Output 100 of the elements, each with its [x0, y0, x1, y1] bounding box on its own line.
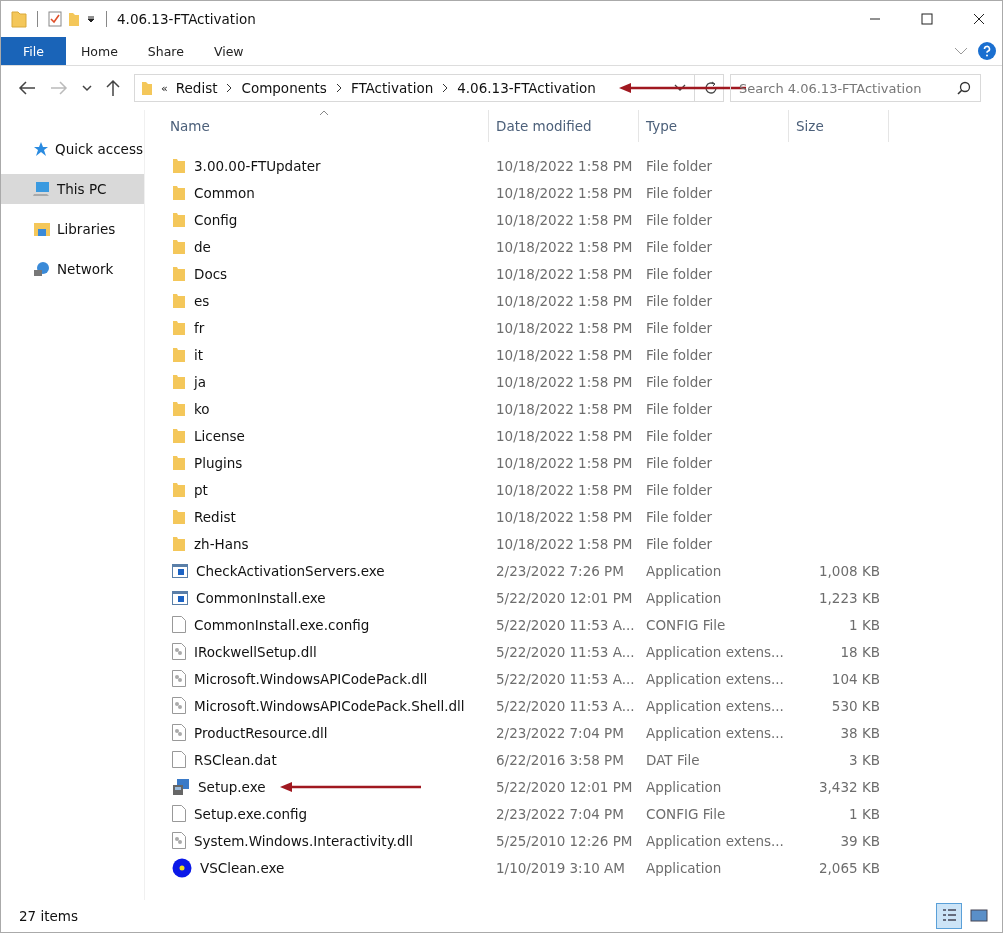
breadcrumb[interactable]: FTActivation — [350, 80, 434, 96]
search-field[interactable]: Search 4.06.13-FTActivation — [730, 74, 981, 102]
date-modified: 10/18/2022 1:58 PM — [496, 265, 633, 282]
date-modified: 10/18/2022 1:58 PM — [496, 211, 633, 228]
breadcrumb[interactable]: « — [161, 81, 168, 95]
item-count: 27 items — [19, 908, 78, 924]
date-modified: 6/22/2016 3:58 PM — [496, 751, 624, 768]
ribbon-tab[interactable]: Home — [65, 37, 133, 65]
breadcrumb[interactable]: Components — [241, 80, 327, 96]
file-type: Application — [646, 778, 722, 795]
file-name[interactable]: 3.00.00-FTUpdater — [194, 157, 321, 174]
file-name[interactable]: Microsoft.WindowsAPICodePack.dll — [194, 670, 428, 687]
chevron-right-icon — [334, 83, 343, 93]
chevron-down-icon[interactable] — [82, 84, 92, 92]
file-type: File folder — [646, 400, 713, 417]
date-modified: 5/22/2020 11:53 A... — [496, 616, 635, 633]
chevron-right-icon — [225, 83, 234, 93]
folder-icon — [172, 481, 186, 498]
date-modified: 5/22/2020 12:01 PM — [496, 589, 633, 606]
file-name[interactable]: Docs — [194, 265, 228, 282]
file-name[interactable]: IRockwellSetup.dll — [194, 643, 317, 660]
file-name[interactable]: Setup.exe.config — [194, 805, 308, 822]
file-name[interactable]: ProductResource.dll — [194, 724, 328, 741]
folder-icon — [172, 427, 186, 444]
file-name[interactable]: License — [194, 427, 245, 444]
ribbon-tab[interactable]: Share — [132, 37, 199, 65]
date-modified: 10/18/2022 1:58 PM — [496, 319, 633, 336]
folder-icon — [172, 292, 186, 309]
folder-icon — [172, 265, 186, 282]
properties-icon[interactable] — [48, 11, 62, 27]
ribbon-tab[interactable]: View — [198, 37, 259, 65]
file-name[interactable]: CommonInstall.exe — [196, 589, 326, 606]
file-name[interactable]: ja — [194, 373, 207, 390]
file-name[interactable]: Setup.exe — [198, 778, 266, 795]
star-icon — [33, 141, 49, 157]
folder-icon — [172, 157, 186, 174]
nav-item[interactable]: Quick access — [1, 134, 144, 164]
up-arrow-icon[interactable] — [106, 79, 120, 97]
file-name[interactable]: VSClean.exe — [200, 859, 285, 876]
chevron-down-icon[interactable] — [674, 84, 686, 92]
file-name[interactable]: CheckActivationServers.exe — [196, 562, 385, 579]
disc-icon — [172, 857, 192, 878]
breadcrumb[interactable]: 4.06.13-FTActivation — [457, 80, 596, 96]
column-header[interactable]: Type — [639, 110, 789, 142]
file-type: File folder — [646, 535, 713, 552]
file-name[interactable]: Plugins — [194, 454, 243, 471]
details-view-icon[interactable] — [936, 903, 962, 929]
file-name[interactable]: Common — [194, 184, 255, 201]
file-type: CONFIG File — [646, 805, 726, 822]
file-size: 38 KB — [840, 724, 880, 741]
computer-icon — [33, 181, 51, 197]
nav-item[interactable]: This PC — [1, 174, 144, 204]
file-name[interactable]: Redist — [194, 508, 236, 525]
file-type: Application — [646, 589, 722, 606]
file-type: File folder — [646, 211, 713, 228]
file-type: File folder — [646, 427, 713, 444]
gear-file-icon — [172, 697, 186, 714]
back-arrow-icon[interactable] — [18, 81, 36, 95]
file-size: 39 KB — [840, 832, 880, 849]
column-header[interactable]: Size — [789, 110, 889, 142]
nav-item[interactable]: Network — [1, 254, 144, 284]
file-name[interactable]: System.Windows.Interactivity.dll — [194, 832, 414, 849]
file-name[interactable]: de — [194, 238, 211, 255]
gear-file-icon — [172, 643, 186, 660]
file-name[interactable]: it — [194, 346, 204, 363]
nav-item[interactable]: Libraries — [1, 214, 144, 244]
file-name[interactable]: zh-Hans — [194, 535, 249, 552]
help-icon[interactable] — [978, 42, 996, 60]
ribbon-tab[interactable]: File — [1, 37, 66, 65]
file-type: Application — [646, 859, 722, 876]
file-name[interactable]: Config — [194, 211, 238, 228]
application-icon — [172, 590, 188, 605]
column-header[interactable]: Name — [163, 110, 489, 142]
date-modified: 10/18/2022 1:58 PM — [496, 481, 633, 498]
folder-icon — [172, 535, 186, 552]
file-name[interactable]: fr — [194, 319, 205, 336]
address-bar[interactable]: « Redist Components FTActivation 4.06.13-FTActivation — [134, 74, 724, 102]
date-modified: 2/23/2022 7:26 PM — [496, 562, 624, 579]
date-modified: 5/22/2020 11:53 A... — [496, 697, 635, 714]
file-name[interactable]: es — [194, 292, 210, 309]
file-size: 2,065 KB — [818, 859, 880, 876]
file-size: 3 KB — [849, 751, 880, 768]
search-icon — [957, 81, 971, 95]
breadcrumb[interactable]: Redist — [175, 80, 218, 96]
file-name[interactable]: ko — [194, 400, 210, 417]
file-name[interactable]: RSClean.dat — [194, 751, 277, 768]
date-modified: 5/22/2020 11:53 A... — [496, 670, 635, 687]
chevron-icon[interactable] — [954, 46, 968, 56]
column-header[interactable]: Date modified — [489, 110, 639, 142]
window-title: 4.06.13-FTActivation — [117, 11, 256, 27]
file-name[interactable]: pt — [194, 481, 208, 498]
file-name[interactable]: CommonInstall.exe.config — [194, 616, 370, 633]
date-modified: 10/18/2022 1:58 PM — [496, 157, 633, 174]
file-type: CONFIG File — [646, 616, 726, 633]
library-icon — [33, 221, 51, 237]
dropdown-icon[interactable] — [86, 14, 96, 24]
file-name[interactable]: Microsoft.WindowsAPICodePack.Shell.dll — [194, 697, 465, 714]
file-type: Application extens... — [646, 724, 784, 741]
date-modified: 10/18/2022 1:58 PM — [496, 346, 633, 363]
refresh-icon[interactable] — [703, 80, 719, 96]
